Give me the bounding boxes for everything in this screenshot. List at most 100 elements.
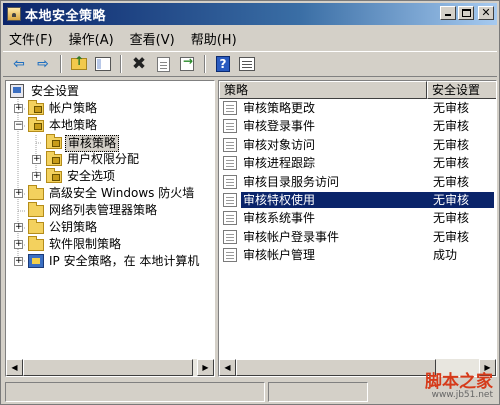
policy-icon xyxy=(223,119,237,134)
tree-node[interactable]: + 高级安全 Windows 防火墙 xyxy=(6,185,211,202)
toolbar: ⇦ ⇨ ✖ ? xyxy=(3,51,497,77)
forward-arrow-icon: ⇨ xyxy=(37,56,49,72)
tree-node-label[interactable]: 软件限制策略 xyxy=(47,237,123,252)
policy-row[interactable]: 审核对象访问 无审核 xyxy=(219,136,496,154)
tree-node-label[interactable]: 帐户策略 xyxy=(47,101,99,116)
tree-node-label[interactable]: 网络列表管理器策略 xyxy=(47,203,159,218)
expand-icon[interactable]: + xyxy=(14,189,23,198)
close-icon: ✕ xyxy=(481,6,491,19)
policy-icon xyxy=(223,229,237,244)
menu-action[interactable]: 操作(A) xyxy=(69,29,114,48)
scroll-left-button[interactable]: ◀ xyxy=(6,359,23,376)
tree-node[interactable]: + IP 安全策略，在 本地计算机 xyxy=(6,253,211,270)
scroll-right-button[interactable]: ▶ xyxy=(197,359,214,376)
maximize-button[interactable] xyxy=(458,6,474,20)
up-one-level-button[interactable] xyxy=(69,54,89,74)
folder-icon xyxy=(28,202,44,218)
expand-icon[interactable]: + xyxy=(32,155,41,164)
policy-row[interactable]: 审核帐户登录事件 无审核 xyxy=(219,228,496,246)
policy-icon xyxy=(223,137,237,152)
folder-icon xyxy=(28,185,44,201)
show-hide-tree-button[interactable] xyxy=(93,54,113,74)
policy-row[interactable]: 审核特权使用 无审核 xyxy=(219,191,496,209)
tree-node-label[interactable]: 审核策略 xyxy=(65,135,120,152)
expand-icon[interactable]: + xyxy=(32,172,41,181)
folder-icon xyxy=(28,219,44,235)
expand-icon[interactable]: + xyxy=(14,257,23,266)
collapse-icon[interactable]: − xyxy=(14,121,23,130)
export-list-button[interactable] xyxy=(177,54,197,74)
tree-horizontal-scrollbar[interactable]: ◀ ▶ xyxy=(6,359,214,376)
policy-name: 审核特权使用 xyxy=(241,191,318,208)
help-icon: ? xyxy=(216,56,230,72)
tree-node[interactable]: 安全设置 xyxy=(6,83,211,100)
policy-setting: 无审核 xyxy=(433,174,470,189)
policy-row[interactable]: 审核系统事件 无审核 xyxy=(219,209,496,227)
toolbar-separator xyxy=(120,55,122,73)
policy-list: 审核策略更改 无审核 审核登录事件 无审核 审核对象访问 无审核 审核进程跟踪 无审核 审核目录… xyxy=(219,99,496,265)
console-view-icon xyxy=(239,57,255,71)
tree-node[interactable]: + 用户权限分配 xyxy=(6,151,211,168)
expand-icon[interactable]: + xyxy=(14,240,23,249)
delete-button[interactable]: ✖ xyxy=(129,54,149,74)
tree-node-label[interactable]: 公钥策略 xyxy=(47,220,99,235)
tree-node[interactable]: 网络列表管理器策略 xyxy=(6,202,211,219)
tree-node[interactable]: + 帐户策略 xyxy=(6,100,211,117)
tree-node-label[interactable]: IP 安全策略，在 本地计算机 xyxy=(47,254,201,269)
minimize-button[interactable] xyxy=(440,6,456,20)
menu-view[interactable]: 查看(V) xyxy=(130,29,175,48)
column-header-security-setting[interactable]: 安全设置 xyxy=(427,81,496,99)
policy-setting: 无审核 xyxy=(433,211,470,226)
properties-button[interactable] xyxy=(153,54,173,74)
title-bar[interactable]: 本地安全策略 ✕ xyxy=(3,3,497,25)
tree-node-label[interactable]: 用户权限分配 xyxy=(65,152,141,167)
policy-list-pane[interactable]: 策略 安全设置 审核策略更改 无审核 审核登录事件 无审核 审核对象访问 无审核 审核进程跟… xyxy=(218,80,497,377)
list-header: 策略 安全设置 xyxy=(219,81,496,99)
column-header-policy[interactable]: 策略 xyxy=(219,81,427,99)
policy-name: 审核进程跟踪 xyxy=(243,156,316,171)
forward-button[interactable]: ⇨ xyxy=(33,54,53,74)
policy-row[interactable]: 审核帐户管理 成功 xyxy=(219,246,496,264)
menu-file[interactable]: 文件(F) xyxy=(9,29,53,48)
tree-node[interactable]: + 安全选项 xyxy=(6,168,211,185)
policy-row[interactable]: 审核进程跟踪 无审核 xyxy=(219,154,496,172)
policy-row[interactable]: 审核登录事件 无审核 xyxy=(219,117,496,135)
policy-setting: 无审核 xyxy=(433,101,470,115)
computer-icon xyxy=(10,84,26,99)
policy-row[interactable]: 审核目录服务访问 无审核 xyxy=(219,173,496,191)
scroll-thumb[interactable] xyxy=(23,359,193,376)
tree-node[interactable]: + 公钥策略 xyxy=(6,219,211,236)
scroll-thumb[interactable] xyxy=(236,359,436,376)
policy-row[interactable]: 审核策略更改 无审核 xyxy=(219,99,496,117)
ipsec-icon xyxy=(28,254,44,269)
menu-bar: 文件(F) 操作(A) 查看(V) 帮助(H) xyxy=(3,27,497,49)
minimize-icon xyxy=(445,14,451,16)
expand-icon[interactable]: + xyxy=(14,104,23,113)
policy-name: 审核策略更改 xyxy=(243,101,316,115)
properties-icon xyxy=(156,56,170,72)
tree-node-label[interactable]: 安全选项 xyxy=(65,169,117,184)
tree-pane[interactable]: 安全设置 + 帐户策略 − 本地策略审核策略 + 用户权限分配 + 安全选项 + 高级安全 Wind… xyxy=(5,80,215,377)
back-button[interactable]: ⇦ xyxy=(9,54,29,74)
tree-node-label[interactable]: 本地策略 xyxy=(47,118,99,133)
policy-name: 审核帐户登录事件 xyxy=(243,229,340,244)
security-policy-icon xyxy=(7,7,21,21)
tree-node[interactable]: − 本地策略 xyxy=(6,117,211,134)
close-button[interactable]: ✕ xyxy=(478,6,494,20)
tree-node[interactable]: 审核策略 xyxy=(6,134,211,152)
policy-name: 审核帐户管理 xyxy=(243,248,316,263)
help-button[interactable]: ? xyxy=(213,54,233,74)
tree-node[interactable]: + 软件限制策略 xyxy=(6,236,211,253)
tree-node-label[interactable]: 安全设置 xyxy=(29,84,81,99)
console-view-button[interactable] xyxy=(237,54,257,74)
lock-folder-icon xyxy=(46,168,62,184)
export-icon xyxy=(180,55,194,71)
back-arrow-icon: ⇦ xyxy=(13,56,25,72)
lock-folder-icon xyxy=(46,151,62,167)
tree-node-label[interactable]: 高级安全 Windows 防火墙 xyxy=(47,186,196,201)
expand-icon[interactable]: + xyxy=(14,223,23,232)
menu-help[interactable]: 帮助(H) xyxy=(191,29,237,48)
scroll-left-button[interactable]: ◀ xyxy=(219,359,236,376)
policy-name: 审核对象访问 xyxy=(243,137,316,152)
lock-folder-icon xyxy=(28,100,44,116)
